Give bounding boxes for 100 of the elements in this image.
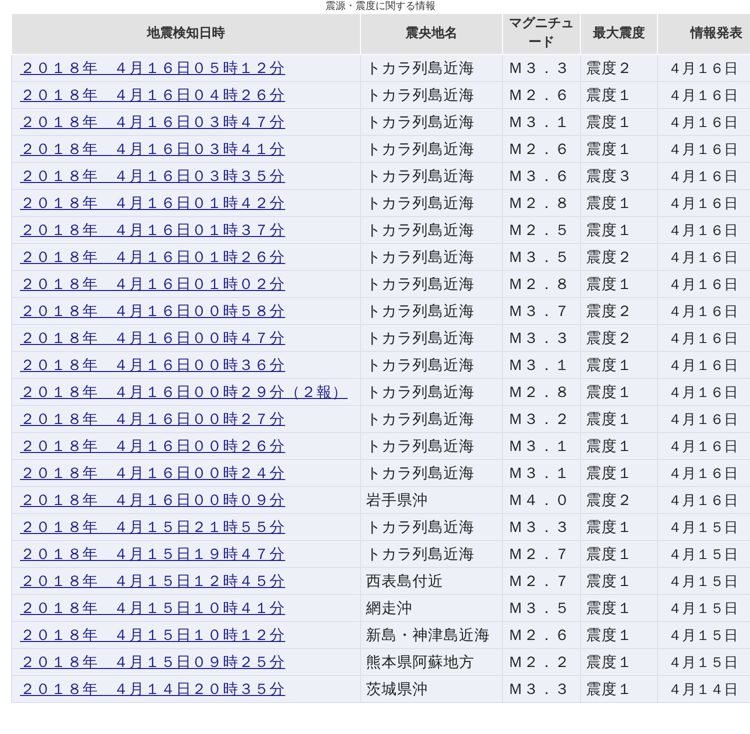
intensity-text: 震度１	[586, 112, 632, 130]
issued-text: ４月１６日	[668, 276, 738, 292]
issued-text: ４月１６日	[668, 384, 738, 400]
intensity-text: 震度１	[586, 626, 632, 644]
issued-text: ４月１５日	[668, 600, 738, 616]
intensity-text: 震度１	[586, 410, 632, 428]
magnitude-text: Ｍ３．１	[508, 112, 570, 130]
intensity-text: 震度２	[586, 490, 632, 508]
intensity-text: 震度１	[586, 86, 632, 104]
epicenter-text: 茨城県沖	[366, 680, 428, 698]
issued-text: ４月１６日	[668, 358, 738, 374]
intensity-text: 震度１	[586, 194, 632, 212]
magnitude-text: Ｍ２．７	[508, 544, 570, 562]
epicenter-text: トカラ列島近海	[366, 410, 474, 428]
epicenter-text: トカラ列島近海	[366, 436, 474, 454]
magnitude-text: Ｍ３．１	[508, 356, 570, 374]
intensity-text: 震度１	[586, 652, 632, 670]
epicenter-text: トカラ列島近海	[366, 356, 474, 374]
issued-text: ４月１５日	[668, 520, 738, 536]
intensity-text: 震度１	[586, 220, 632, 238]
magnitude-text: Ｍ２．２	[508, 652, 570, 670]
intensity-text: 震度１	[586, 464, 632, 482]
epicenter-text: 熊本県阿蘇地方	[366, 652, 474, 670]
intensity-text: 震度２	[586, 302, 632, 320]
intensity-text: 震度１	[586, 572, 632, 590]
epicenter-text: トカラ列島近海	[366, 544, 474, 562]
epicenter-text: 新島・神津島近海	[366, 626, 490, 644]
intensity-text: 震度２	[586, 328, 632, 346]
epicenter-text: トカラ列島近海	[366, 166, 474, 184]
issued-text: ４月１６日	[668, 168, 738, 184]
intensity-text: 震度１	[586, 274, 632, 292]
epicenter-text: トカラ列島近海	[366, 274, 474, 292]
magnitude-text: Ｍ３．１	[508, 436, 570, 454]
magnitude-text: Ｍ３．３	[508, 328, 570, 346]
intensity-text: 震度３	[586, 166, 632, 184]
epicenter-text: トカラ列島近海	[366, 86, 474, 104]
magnitude-text: Ｍ４．０	[508, 490, 570, 508]
issued-text: ４月１６日	[668, 304, 738, 320]
magnitude-text: Ｍ２．５	[508, 220, 570, 238]
issued-text: ４月１５日	[668, 628, 738, 644]
issued-text: ４月１４日	[668, 682, 738, 698]
epicenter-text: トカラ列島近海	[366, 140, 474, 158]
magnitude-text: Ｍ２．６	[508, 86, 570, 104]
magnitude-text: Ｍ２．８	[508, 274, 570, 292]
issued-text: ４月１５日	[668, 574, 738, 590]
magnitude-text: Ｍ３．６	[508, 166, 570, 184]
magnitude-text: Ｍ２．８	[508, 382, 570, 400]
magnitude-text: Ｍ３．１	[508, 464, 570, 482]
issued-text: ４月１６日	[668, 60, 738, 76]
column-header: 情報発表	[658, 14, 750, 54]
issued-text: ４月１５日	[668, 546, 738, 562]
intensity-text: 震度１	[586, 598, 632, 616]
intensity-text: 震度１	[586, 680, 632, 698]
epicenter-text: トカラ列島近海	[366, 302, 474, 320]
epicenter-text: トカラ列島近海	[366, 382, 474, 400]
magnitude-text: Ｍ３．５	[508, 248, 570, 266]
issued-text: ４月１６日	[668, 88, 738, 104]
magnitude-text: Ｍ３．５	[508, 598, 570, 616]
issued-text: ４月１６日	[668, 142, 738, 158]
magnitude-text: Ｍ２．６	[508, 140, 570, 158]
epicenter-text: トカラ列島近海	[366, 112, 474, 130]
issued-text: ４月１５日	[668, 654, 738, 670]
issued-text: ４月１６日	[668, 466, 738, 482]
magnitude-text: Ｍ２．７	[508, 572, 570, 590]
epicenter-text: トカラ列島近海	[366, 248, 474, 266]
epicenter-text: トカラ列島近海	[366, 220, 474, 238]
issued-text: ４月１６日	[668, 114, 738, 130]
epicenter-text: トカラ列島近海	[366, 464, 474, 482]
page-caption: 震源・震度に関する情報	[324, 0, 436, 13]
issued-text: ４月１６日	[668, 250, 738, 266]
magnitude-text: Ｍ３．３	[508, 58, 570, 76]
issued-text: ４月１６日	[668, 222, 738, 238]
epicenter-text: トカラ列島近海	[366, 328, 474, 346]
intensity-text: 震度１	[586, 518, 632, 536]
issued-text: ４月１６日	[668, 330, 738, 346]
issued-text: ４月１６日	[668, 492, 738, 508]
intensity-text: 震度１	[586, 544, 632, 562]
epicenter-text: トカラ列島近海	[366, 518, 474, 536]
intensity-text: 震度１	[586, 356, 632, 374]
epicenter-text: トカラ列島近海	[366, 194, 474, 212]
epicenter-text: トカラ列島近海	[366, 58, 474, 76]
column-header: 地震検知日時	[12, 14, 360, 54]
issued-text: ４月１６日	[668, 438, 738, 454]
magnitude-text: Ｍ３．２	[508, 410, 570, 428]
issued-text: ４月１６日	[668, 412, 738, 428]
magnitude-text: Ｍ３．３	[508, 518, 570, 536]
intensity-text: 震度２	[586, 248, 632, 266]
issued-text: ４月１６日	[668, 196, 738, 212]
magnitude-text: Ｍ３．７	[508, 302, 570, 320]
magnitude-text: Ｍ２．６	[508, 626, 570, 644]
intensity-text: 震度１	[586, 140, 632, 158]
column-header: 最大震度	[580, 14, 658, 54]
intensity-text: 震度１	[586, 436, 632, 454]
intensity-text: 震度２	[586, 58, 632, 76]
column-header: マグニチュード	[502, 14, 580, 54]
epicenter-text: 西表島付近	[366, 572, 444, 590]
column-header: 震央地名	[360, 14, 502, 54]
magnitude-text: Ｍ２．８	[508, 194, 570, 212]
epicenter-text: 岩手県沖	[366, 490, 428, 508]
magnitude-text: Ｍ３．３	[508, 680, 570, 698]
